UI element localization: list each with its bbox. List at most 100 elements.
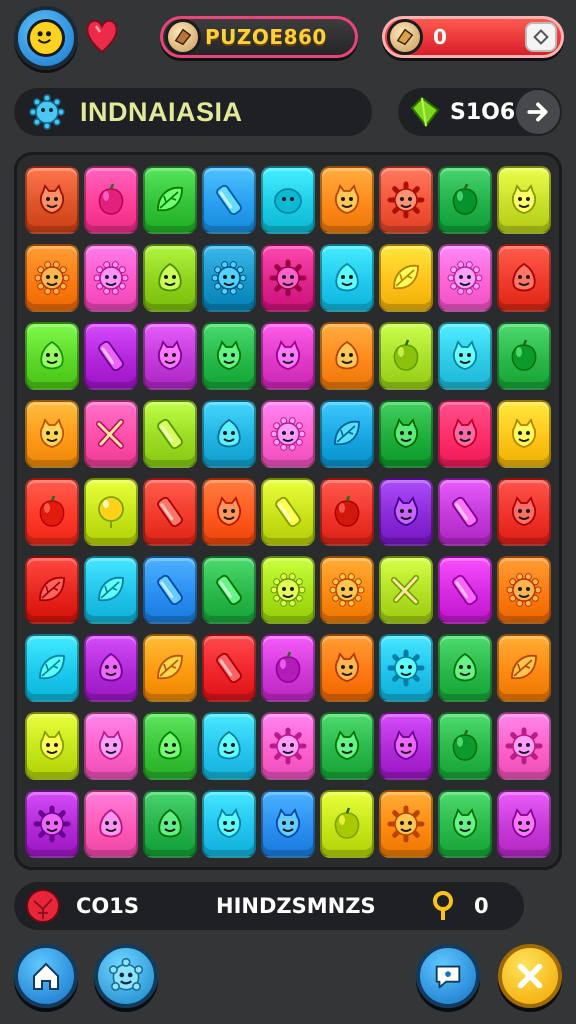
game-tile[interactable] [25,244,79,312]
game-tile[interactable] [143,634,197,702]
creature-icon [335,730,359,760]
game-tile[interactable] [25,790,79,858]
game-tile[interactable] [84,244,138,312]
balloon-icon [98,496,124,528]
game-tile[interactable] [497,790,551,858]
game-tile[interactable] [143,790,197,858]
game-tile[interactable] [261,244,315,312]
game-tile[interactable] [261,322,315,390]
game-tile[interactable] [320,166,374,234]
game-tile[interactable] [438,166,492,234]
game-tile[interactable] [438,244,492,312]
candy-icon [275,496,301,528]
game-tile[interactable] [202,712,256,780]
game-tile[interactable] [497,478,551,546]
game-tile[interactable] [438,712,492,780]
game-tile[interactable] [202,790,256,858]
game-tile[interactable] [84,400,138,468]
game-tile[interactable] [202,556,256,624]
profile-button[interactable] [14,6,78,70]
game-tile[interactable] [438,400,492,468]
game-tile[interactable] [320,322,374,390]
game-tile[interactable] [438,556,492,624]
game-tile[interactable] [84,790,138,858]
candy-icon [98,340,124,372]
game-tile[interactable] [143,400,197,468]
game-tile[interactable] [25,556,79,624]
game-tile[interactable] [84,634,138,702]
game-tile[interactable] [25,166,79,234]
game-tile[interactable] [438,790,492,858]
game-tile[interactable] [320,790,374,858]
chat-button[interactable] [416,944,480,1008]
home-button[interactable] [14,944,78,1008]
blob-icon [274,188,302,214]
game-tile[interactable] [202,400,256,468]
gem-outline-icon[interactable] [525,22,557,52]
game-tile[interactable] [202,322,256,390]
game-tile[interactable] [84,712,138,780]
tile-grid [25,166,551,858]
close-button[interactable] [498,944,562,1008]
game-tile[interactable] [438,634,492,702]
game-tile[interactable] [320,634,374,702]
heart-icon[interactable] [84,16,120,56]
game-tile[interactable] [438,322,492,390]
game-tile[interactable] [143,712,197,780]
game-tile[interactable] [143,166,197,234]
game-tile[interactable] [497,166,551,234]
game-tile[interactable] [143,556,197,624]
game-tile[interactable] [84,556,138,624]
game-tile[interactable] [320,712,374,780]
game-tile[interactable] [202,166,256,234]
game-tile[interactable] [25,634,79,702]
game-tile[interactable] [497,712,551,780]
game-tile[interactable] [202,634,256,702]
game-tile[interactable] [202,478,256,546]
game-tile[interactable] [84,322,138,390]
game-tile[interactable] [143,478,197,546]
game-tile[interactable] [143,322,197,390]
game-tile[interactable] [320,244,374,312]
game-tile[interactable] [25,322,79,390]
game-tile[interactable] [261,400,315,468]
sun-icon [270,573,306,607]
game-tile[interactable] [379,634,433,702]
game-tile[interactable] [438,478,492,546]
game-tile[interactable] [25,478,79,546]
game-tile[interactable] [379,556,433,624]
game-tile[interactable] [379,166,433,234]
game-tile[interactable] [320,400,374,468]
game-tile[interactable] [261,556,315,624]
game-tile[interactable] [497,244,551,312]
game-tile[interactable] [261,166,315,234]
game-tile[interactable] [261,478,315,546]
game-tile[interactable] [379,790,433,858]
candy-icon [157,574,183,606]
game-tile[interactable] [143,244,197,312]
game-tile[interactable] [379,400,433,468]
game-tile[interactable] [497,400,551,468]
game-tile[interactable] [25,712,79,780]
leaf-icon [157,654,183,680]
candy-icon [157,418,183,450]
game-tile[interactable] [379,712,433,780]
gem-counter: S1O6 [398,88,562,136]
game-tile[interactable] [84,166,138,234]
game-tile[interactable] [202,244,256,312]
game-tile[interactable] [320,478,374,546]
game-tile[interactable] [84,478,138,546]
game-tile[interactable] [261,712,315,780]
game-tile[interactable] [379,478,433,546]
game-tile[interactable] [497,556,551,624]
pet-button[interactable] [94,944,158,1008]
game-tile[interactable] [379,322,433,390]
game-tile[interactable] [25,400,79,468]
game-tile[interactable] [379,244,433,312]
game-tile[interactable] [261,790,315,858]
game-tile[interactable] [497,322,551,390]
arrow-right-icon[interactable] [516,90,560,134]
game-tile[interactable] [261,634,315,702]
game-tile[interactable] [320,556,374,624]
game-tile[interactable] [497,634,551,702]
